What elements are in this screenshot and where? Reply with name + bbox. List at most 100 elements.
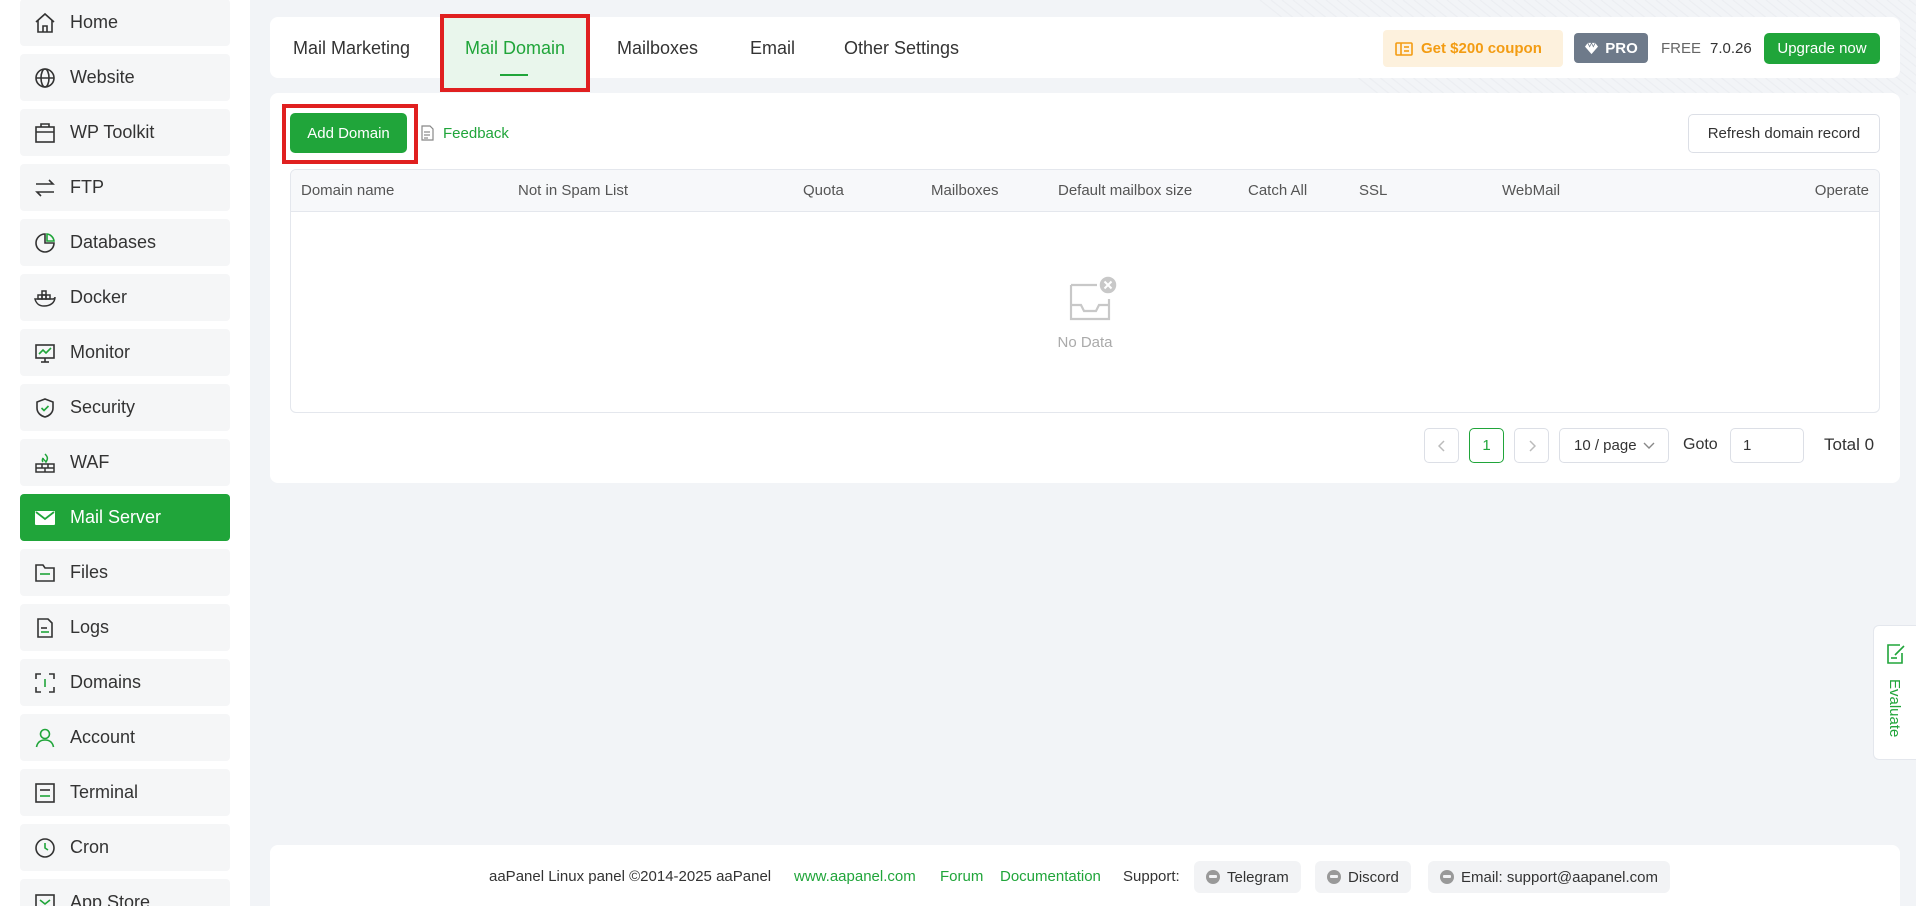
plan-label: FREE	[1661, 40, 1702, 57]
sidebar-item-label: App Store	[70, 892, 151, 906]
sidebar-item-terminal[interactable]: Terminal	[20, 769, 230, 816]
sidebar-item-monitor[interactable]: Monitor	[20, 329, 230, 376]
sidebar-item-label: WAF	[70, 452, 110, 472]
sidebar-item-label: WP Toolkit	[70, 122, 155, 142]
feedback-link[interactable]: Feedback	[419, 123, 509, 143]
sidebar-item-security[interactable]: Security	[20, 384, 230, 431]
terminal-icon	[33, 781, 57, 805]
column-header-mailboxes[interactable]: Mailboxes	[931, 170, 999, 212]
prev-page-button[interactable]	[1424, 428, 1459, 463]
chevron-down-icon	[1643, 442, 1655, 449]
user-icon	[33, 726, 57, 750]
tab-mail-domain[interactable]: Mail Domain	[465, 17, 565, 78]
sidebar-item-wp-toolkit[interactable]: WP Toolkit	[20, 109, 230, 156]
sidebar-item-label: Docker	[70, 287, 128, 307]
sidebar-item-label: FTP	[70, 177, 104, 197]
sidebar-item-logs[interactable]: Logs	[20, 604, 230, 651]
globe-icon	[33, 66, 57, 90]
sidebar-item-label: Domains	[70, 672, 142, 692]
shield-icon	[33, 396, 57, 420]
footer-support-label: Support:	[1123, 868, 1180, 885]
tab-mailboxes[interactable]: Mailboxes	[617, 17, 698, 78]
sidebar-item-label: Terminal	[70, 782, 139, 802]
empty-state-text: No Data	[1057, 334, 1113, 351]
mail-icon	[33, 506, 57, 530]
discord-label: Discord	[1348, 868, 1399, 886]
discord-icon	[1327, 870, 1341, 884]
tab-email[interactable]: Email	[750, 17, 795, 78]
upgrade-now-button[interactable]: Upgrade now	[1764, 33, 1880, 64]
email-icon	[1440, 870, 1454, 884]
sidebar: Home Website WP Toolkit FTP Databases Do…	[0, 0, 250, 906]
sidebar-item-home[interactable]: Home	[20, 0, 230, 46]
feedback-label: Feedback	[443, 124, 509, 142]
footer-email-link[interactable]: Email: support@aapanel.com	[1428, 861, 1670, 893]
sidebar-item-docker[interactable]: Docker	[20, 274, 230, 321]
sidebar-item-label: Account	[70, 727, 136, 747]
page-size-value: 10 / page	[1574, 437, 1637, 454]
next-page-button[interactable]	[1514, 428, 1549, 463]
pro-label: PRO	[1605, 39, 1638, 57]
sidebar-item-website[interactable]: Website	[20, 54, 230, 101]
footer-telegram-link[interactable]: Telegram	[1194, 861, 1301, 893]
domain-table: Domain name Not in Spam List Quota Mailb…	[290, 169, 1880, 413]
folder-icon	[33, 561, 57, 585]
footer-website-link[interactable]: www.aapanel.com	[794, 868, 916, 885]
column-header-ssl[interactable]: SSL	[1359, 170, 1387, 212]
empty-inbox-icon	[1069, 275, 1118, 321]
sidebar-item-label: Monitor	[70, 342, 131, 362]
coupon-label: Get $200 coupon	[1421, 40, 1542, 57]
column-header-webmail[interactable]: WebMail	[1502, 170, 1560, 212]
tab-other-settings[interactable]: Other Settings	[844, 17, 959, 78]
sidebar-item-label: Website	[70, 67, 135, 87]
sidebar-item-databases[interactable]: Databases	[20, 219, 230, 266]
app-store-icon	[33, 891, 57, 906]
goto-page-input[interactable]	[1730, 428, 1804, 463]
coupon-banner[interactable]: Get $200 coupon	[1383, 30, 1563, 67]
evaluate-side-tab[interactable]: Evaluate	[1873, 625, 1916, 760]
page-number-1[interactable]: 1	[1469, 428, 1504, 463]
sidebar-item-app-store[interactable]: App Store	[20, 879, 230, 906]
sidebar-item-mail-server[interactable]: Mail Server	[20, 494, 230, 541]
add-domain-button[interactable]: Add Domain	[290, 113, 407, 153]
sidebar-item-label: Home	[70, 12, 119, 32]
sidebar-item-domains[interactable]: Domains	[20, 659, 230, 706]
pro-badge[interactable]: PRO	[1574, 33, 1648, 63]
column-header-not-in-spam-list[interactable]: Not in Spam List	[518, 170, 628, 212]
sidebar-item-account[interactable]: Account	[20, 714, 230, 761]
sidebar-item-files[interactable]: Files	[20, 549, 230, 596]
clock-icon	[33, 836, 57, 860]
telegram-icon	[1206, 870, 1220, 884]
sidebar-item-waf[interactable]: WAF	[20, 439, 230, 486]
firewall-icon	[33, 451, 57, 475]
footer-copyright: aaPanel Linux panel ©2014-2025 aaPanel	[489, 868, 772, 885]
column-header-domain-name[interactable]: Domain name	[301, 170, 394, 212]
sidebar-item-label: Databases	[70, 232, 157, 252]
column-header-quota[interactable]: Quota	[803, 170, 844, 212]
page-size-select[interactable]: 10 / page	[1559, 428, 1669, 463]
sidebar-item-ftp[interactable]: FTP	[20, 164, 230, 211]
chevron-left-icon	[1437, 439, 1445, 452]
footer-documentation-link[interactable]: Documentation	[1000, 868, 1101, 885]
home-icon	[33, 11, 57, 35]
table-header: Domain name Not in Spam List Quota Mailb…	[291, 170, 1879, 212]
database-icon	[33, 231, 57, 255]
diamond-icon	[1585, 41, 1599, 54]
feedback-icon	[421, 125, 434, 141]
refresh-domain-record-button[interactable]: Refresh domain record	[1688, 114, 1880, 153]
active-tab-indicator	[500, 74, 528, 76]
sidebar-item-cron[interactable]: Cron	[20, 824, 230, 871]
footer-discord-link[interactable]: Discord	[1315, 861, 1411, 893]
coupon-icon	[1395, 41, 1413, 56]
column-header-catch-all[interactable]: Catch All	[1248, 170, 1307, 212]
tab-mail-marketing[interactable]: Mail Marketing	[293, 17, 410, 78]
column-header-operate[interactable]: Operate	[1815, 170, 1869, 212]
sidebar-item-label: Files	[70, 562, 109, 582]
total-count: Total 0	[1824, 435, 1875, 454]
footer-forum-link[interactable]: Forum	[940, 868, 983, 885]
column-header-default-mailbox-size[interactable]: Default mailbox size	[1058, 170, 1192, 212]
transfer-icon	[33, 176, 57, 200]
log-icon	[33, 616, 57, 640]
sidebar-item-label: Security	[70, 397, 136, 417]
telegram-label: Telegram	[1227, 868, 1289, 886]
